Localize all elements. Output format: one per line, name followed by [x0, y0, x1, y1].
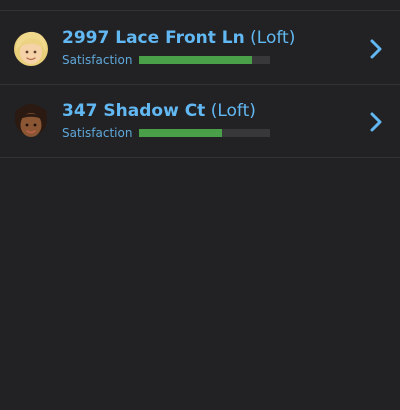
blonde-woman-avatar-icon: [12, 29, 50, 67]
household-address: 347 Shadow Ct: [62, 101, 206, 121]
chevron-right-icon[interactable]: [368, 111, 384, 133]
dark-hair-woman-avatar-icon: [12, 102, 50, 140]
household-list-item[interactable]: 2997 Lace Front Ln (Loft) Satisfaction: [0, 12, 400, 84]
household-address: 2997 Lace Front Ln: [62, 28, 245, 48]
chevron-right-icon[interactable]: [368, 38, 384, 60]
satisfaction-bar: [139, 56, 270, 64]
household-title: 347 Shadow Ct (Loft): [62, 100, 256, 122]
row-divider: [0, 157, 400, 158]
household-type: (Loft): [250, 28, 296, 48]
satisfaction-label: Satisfaction: [62, 126, 133, 140]
satisfaction-bar: [139, 129, 270, 137]
household-title: 2997 Lace Front Ln (Loft): [62, 27, 295, 49]
satisfaction-bar-fill: [139, 129, 222, 137]
satisfaction-label: Satisfaction: [62, 53, 133, 67]
top-divider: [0, 10, 400, 11]
household-type: (Loft): [210, 101, 256, 121]
satisfaction-bar-fill: [139, 56, 252, 64]
household-list-item[interactable]: 347 Shadow Ct (Loft) Satisfaction: [0, 85, 400, 157]
